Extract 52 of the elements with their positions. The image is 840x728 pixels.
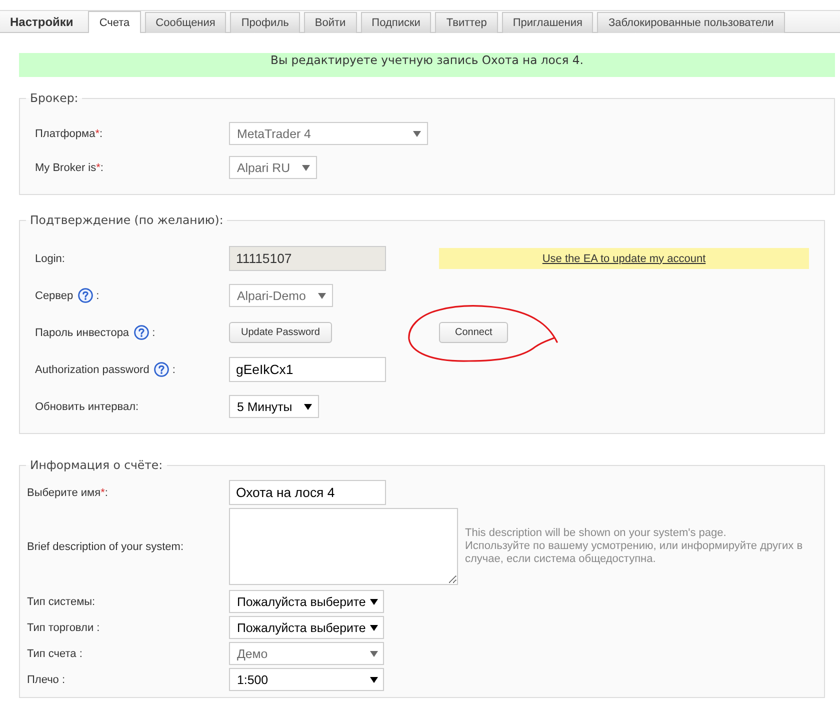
help-icon[interactable] (134, 325, 150, 340)
text-field[interactable]: gEeIkCx1 (229, 357, 386, 382)
caret-icon (413, 130, 421, 136)
caret-icon (304, 404, 312, 410)
field-label: Тип торговли : (27, 622, 100, 634)
field-label: Тип системы: (27, 596, 96, 608)
tab[interactable]: Заблокированные пользователи (597, 12, 785, 33)
caret-icon (302, 164, 310, 170)
hint-text: This description will be shown on your system's page. (465, 527, 728, 540)
tab[interactable]: Сообщения (144, 12, 226, 33)
action-button[interactable]: Connect (439, 322, 508, 343)
tab[interactable]: Приглашения (502, 12, 594, 33)
caret-icon (318, 292, 326, 298)
field-label: Выберите имя*: (27, 486, 108, 498)
section-legend: Брокер: (26, 90, 82, 106)
dropdown-field[interactable]: 5 Минуты (229, 395, 320, 418)
field-label: Платформа*: (35, 128, 103, 140)
dropdown-field[interactable]: Пожалуйста выберите (229, 616, 384, 639)
field-label: Обновить интервал: (35, 400, 139, 412)
tab[interactable]: Подписки (360, 12, 432, 33)
tab[interactable]: Твиттер (435, 12, 498, 33)
caret-icon (370, 650, 378, 656)
help-icon[interactable] (154, 362, 170, 377)
field-label: Login: (35, 252, 65, 264)
dropdown-field[interactable]: 1:500 (229, 668, 384, 691)
tab[interactable]: Профиль (230, 12, 300, 33)
dropdown-field[interactable]: Пожалуйста выберите (229, 590, 384, 613)
notice-banner: Вы редактируете учетную запись Охота на лося 4. (19, 53, 835, 77)
field-label: Пароль инвестора (35, 326, 130, 338)
field-label: Brief description of your system: (27, 540, 184, 552)
field-label: My Broker is*: (35, 162, 104, 174)
text-field[interactable]: Охота на лося 4 (229, 480, 386, 505)
caret-icon (370, 676, 378, 682)
field-label: Плечо : (27, 674, 66, 686)
caret-icon (370, 624, 378, 630)
action-button[interactable]: Update Password (229, 322, 332, 343)
hint-text: Используйте по вашему усмотрению, или информируйте других в случае, если система общедоступна. (465, 540, 804, 566)
caret-icon (370, 598, 378, 604)
field-label: Authorization password (35, 364, 150, 376)
label-colon: : (152, 326, 156, 338)
update-account-link[interactable]: Use the EA to update my account (542, 252, 706, 264)
field-label: Сервер (35, 290, 74, 302)
tab[interactable]: Войти (304, 12, 357, 33)
tab[interactable]: Счета (88, 11, 141, 33)
section-legend: Информация о счёте: (26, 457, 167, 473)
settings-title: Настройки (10, 14, 74, 28)
label-colon: : (172, 364, 176, 376)
text-field[interactable]: 11115107 (229, 246, 386, 271)
field-label: Тип счета : (27, 648, 82, 660)
label-colon: : (96, 290, 100, 302)
section-legend: Подтверждение (по желанию): (26, 212, 228, 228)
description-field[interactable] (229, 508, 458, 585)
